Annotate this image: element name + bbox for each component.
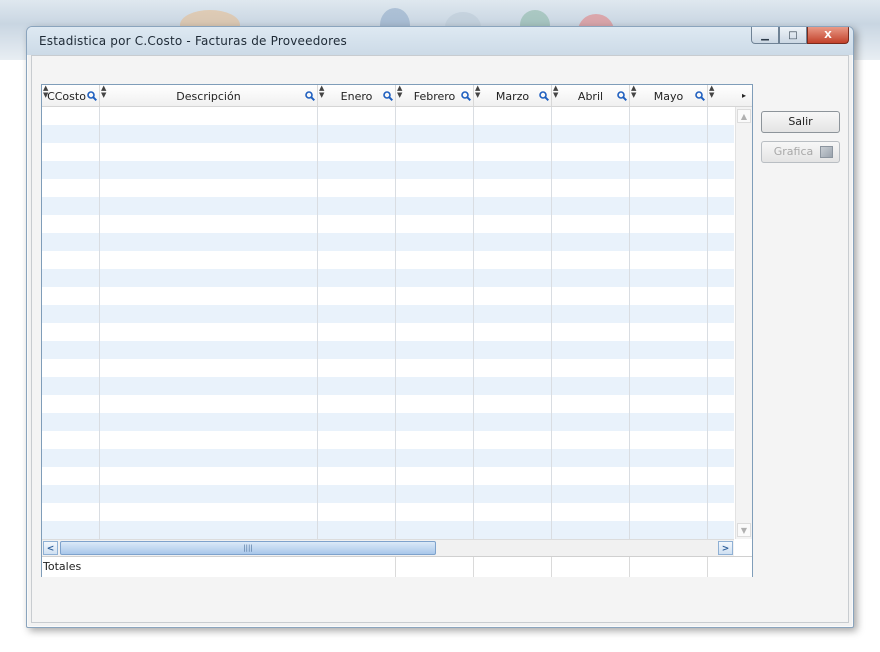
- table-row[interactable]: [42, 521, 734, 539]
- table-row[interactable]: [42, 233, 734, 251]
- totals-cell: [708, 557, 752, 577]
- totals-cell: [630, 557, 708, 577]
- column-divider: [99, 107, 100, 539]
- minimize-button[interactable]: ▁: [751, 27, 779, 44]
- close-button[interactable]: X: [807, 27, 849, 44]
- magnifier-icon[interactable]: [87, 91, 97, 101]
- grafica-button[interactable]: Grafica: [761, 141, 840, 163]
- column-divider: [629, 107, 630, 539]
- totals-label: Totales: [43, 560, 82, 573]
- totals-label-cell: Totales: [42, 557, 396, 577]
- window-controls: ▁ □ X: [751, 27, 849, 45]
- window-client-area: ▲ ▼ CCosto ▲ ▼ Descripción ▲ ▼ Enero ▲ ▼ Feb…: [31, 55, 849, 623]
- table-row[interactable]: [42, 341, 734, 359]
- scroll-columns-right-icon[interactable]: ▸: [736, 85, 752, 106]
- table-row[interactable]: [42, 413, 734, 431]
- data-grid[interactable]: ▲ ▼ CCosto ▲ ▼ Descripción ▲ ▼ Enero ▲ ▼ Feb…: [41, 84, 753, 577]
- magnifier-icon[interactable]: [461, 91, 471, 101]
- table-row[interactable]: [42, 305, 734, 323]
- scroll-left-icon[interactable]: <: [43, 541, 58, 555]
- table-row[interactable]: [42, 215, 734, 233]
- totals-cell: [396, 557, 474, 577]
- column-header-ccosto[interactable]: ▲ ▼ CCosto: [42, 85, 100, 106]
- column-divider: [395, 107, 396, 539]
- totals-cell: [474, 557, 552, 577]
- magnifier-icon[interactable]: [617, 91, 627, 101]
- scroll-up-icon[interactable]: ▲: [737, 109, 751, 123]
- totals-row: Totales: [42, 556, 752, 577]
- grid-body[interactable]: [42, 107, 734, 539]
- table-row[interactable]: [42, 359, 734, 377]
- chart-image-icon: [820, 146, 833, 158]
- column-header-febrero[interactable]: ▲ ▼ Febrero: [396, 85, 474, 106]
- column-header-marzo[interactable]: ▲ ▼ Marzo: [474, 85, 552, 106]
- app-window: Estadistica por C.Costo - Facturas de Pr…: [26, 26, 854, 628]
- table-row[interactable]: [42, 323, 734, 341]
- column-divider: [317, 107, 318, 539]
- table-row[interactable]: [42, 179, 734, 197]
- scroll-down-icon[interactable]: ▼: [737, 523, 751, 537]
- magnifier-icon[interactable]: [539, 91, 549, 101]
- salir-button[interactable]: Salir: [761, 111, 840, 133]
- scroll-right-icon[interactable]: >: [718, 541, 733, 555]
- table-row[interactable]: [42, 161, 734, 179]
- column-header-label: Descripción: [176, 90, 241, 103]
- maximize-button[interactable]: □: [779, 27, 807, 44]
- magnifier-icon[interactable]: [305, 91, 315, 101]
- table-row[interactable]: [42, 503, 734, 521]
- table-row[interactable]: [42, 287, 734, 305]
- magnifier-icon[interactable]: [383, 91, 393, 101]
- table-row[interactable]: [42, 485, 734, 503]
- column-header-abril[interactable]: ▲ ▼ Abril: [552, 85, 630, 106]
- horizontal-scrollbar[interactable]: < |||| >: [42, 539, 734, 556]
- salir-button-label: Salir: [788, 115, 813, 128]
- table-row[interactable]: [42, 431, 734, 449]
- window-title: Estadistica por C.Costo - Facturas de Pr…: [39, 34, 347, 48]
- table-row[interactable]: [42, 107, 734, 125]
- vertical-scrollbar[interactable]: ▲ ▼: [735, 107, 752, 539]
- grafica-button-label: Grafica: [773, 145, 814, 158]
- magnifier-icon[interactable]: [695, 91, 705, 101]
- column-divider: [473, 107, 474, 539]
- horizontal-scroll-thumb[interactable]: ||||: [60, 541, 436, 555]
- table-row[interactable]: [42, 449, 734, 467]
- table-row[interactable]: [42, 377, 734, 395]
- table-row[interactable]: [42, 251, 734, 269]
- table-row[interactable]: [42, 269, 734, 287]
- table-row[interactable]: [42, 395, 734, 413]
- table-row[interactable]: [42, 197, 734, 215]
- totals-cell: [552, 557, 630, 577]
- sort-arrows-icon[interactable]: ▲ ▼: [709, 85, 714, 99]
- column-divider: [551, 107, 552, 539]
- column-header-mayo[interactable]: ▲ ▼ Mayo: [630, 85, 708, 106]
- title-bar[interactable]: Estadistica por C.Costo - Facturas de Pr…: [27, 27, 853, 55]
- column-divider: [707, 107, 708, 539]
- table-row[interactable]: [42, 143, 734, 161]
- column-header-next[interactable]: ▲ ▼: [708, 85, 736, 106]
- table-row[interactable]: [42, 125, 734, 143]
- table-row[interactable]: [42, 467, 734, 485]
- grid-header: ▲ ▼ CCosto ▲ ▼ Descripción ▲ ▼ Enero ▲ ▼ Feb…: [42, 85, 752, 107]
- column-header-descripcion[interactable]: ▲ ▼ Descripción: [100, 85, 318, 106]
- column-header-enero[interactable]: ▲ ▼ Enero: [318, 85, 396, 106]
